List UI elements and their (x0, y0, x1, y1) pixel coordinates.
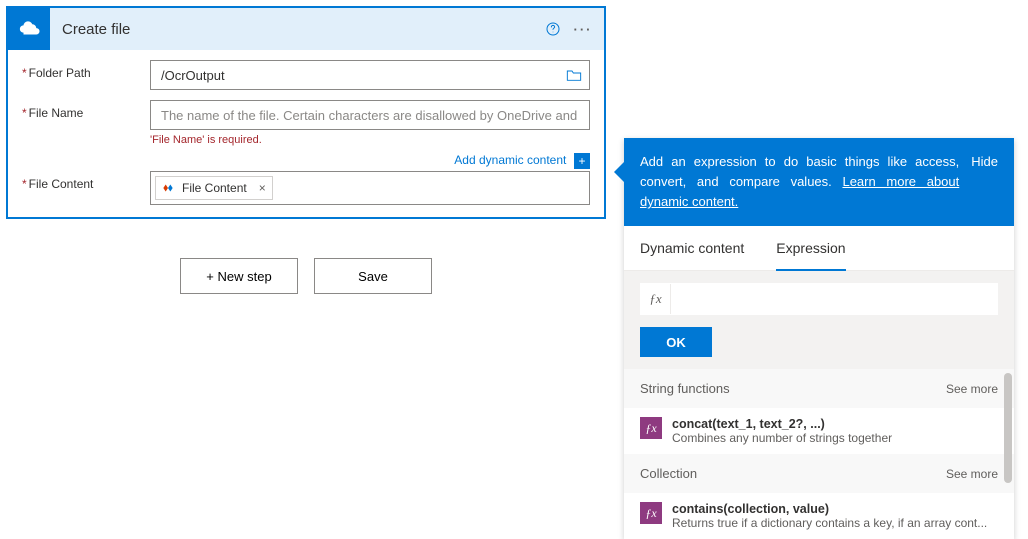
panel-arrow-icon (614, 162, 624, 182)
fx-badge-icon: ƒx (640, 417, 662, 439)
label-folder-path: *Folder Path (22, 60, 150, 80)
expression-input-wrap: ƒx (640, 283, 998, 315)
file-name-input-wrap (150, 100, 590, 130)
tab-dynamic-content[interactable]: Dynamic content (640, 226, 744, 270)
tab-expression[interactable]: Expression (776, 226, 845, 270)
row-file-content: *File Content File Content × (22, 171, 590, 205)
panel-header: Add an expression to do basic things lik… (624, 138, 1014, 226)
card-header: Create file ··· (8, 8, 604, 50)
func-signature: contains(collection, value) (672, 502, 998, 516)
func-description: Returns true if a dictionary contains a … (672, 516, 998, 530)
folder-path-input[interactable] (151, 68, 559, 83)
func-item-concat[interactable]: ƒx concat(text_1, text_2?, ...) Combines… (624, 408, 1014, 454)
expression-input-row: ƒx (624, 271, 1014, 327)
help-icon[interactable] (538, 9, 568, 49)
folder-picker-icon[interactable] (559, 61, 589, 89)
func-signature: concat(text_1, text_2?, ...) (672, 417, 998, 431)
footer: + New step Save (6, 258, 606, 294)
panel-tabs: Dynamic content Expression (624, 226, 1014, 271)
more-icon[interactable]: ··· (568, 9, 598, 49)
folder-path-input-wrap (150, 60, 590, 90)
card-title: Create file (62, 21, 538, 38)
function-list: String functions See more ƒx concat(text… (624, 369, 1014, 539)
label-file-name: *File Name (22, 100, 150, 120)
save-button[interactable]: Save (314, 258, 432, 294)
section-collection: Collection See more (624, 454, 1014, 493)
func-description: Combines any number of strings together (672, 431, 998, 445)
row-file-name: *File Name 'File Name' is required. Add … (22, 100, 590, 169)
add-dynamic-plus-icon[interactable]: + (574, 153, 590, 169)
file-content-input[interactable]: File Content × (150, 171, 590, 205)
see-more-link[interactable]: See more (946, 467, 998, 481)
token-file-content: File Content × (155, 176, 273, 200)
ok-row: OK (624, 327, 1014, 369)
onedrive-icon (8, 8, 50, 50)
section-title: String functions (640, 381, 730, 396)
token-label: File Content (180, 181, 253, 195)
func-item-contains[interactable]: ƒx contains(collection, value) Returns t… (624, 493, 1014, 539)
section-title: Collection (640, 466, 697, 481)
panel-intro: Add an expression to do basic things lik… (640, 152, 959, 212)
section-string-functions: String functions See more (624, 369, 1014, 408)
create-file-card: Create file ··· *Folder Path *File Name (6, 6, 606, 219)
expression-panel: Add an expression to do basic things lik… (624, 138, 1014, 539)
scrollbar[interactable] (1004, 373, 1012, 483)
ok-button[interactable]: OK (640, 327, 712, 357)
file-name-error: 'File Name' is required. (150, 134, 590, 146)
new-step-button[interactable]: + New step (180, 258, 298, 294)
row-folder-path: *Folder Path (22, 60, 590, 90)
see-more-link[interactable]: See more (946, 382, 998, 396)
fx-icon: ƒx (641, 284, 671, 314)
label-file-content: *File Content (22, 171, 150, 191)
add-dynamic-row: Add dynamic content + (150, 152, 590, 169)
token-remove-icon[interactable]: × (253, 181, 272, 195)
expression-input[interactable] (671, 284, 997, 314)
file-name-input[interactable] (151, 108, 589, 123)
add-dynamic-content-link[interactable]: Add dynamic content (454, 153, 566, 167)
expression-panel-wrap: Add an expression to do basic things lik… (624, 138, 1014, 539)
card-body: *Folder Path *File Name 'File Name' is r… (8, 50, 604, 217)
fx-badge-icon: ƒx (640, 502, 662, 524)
api-key-icon (156, 177, 180, 199)
hide-link[interactable]: Hide (971, 152, 998, 212)
